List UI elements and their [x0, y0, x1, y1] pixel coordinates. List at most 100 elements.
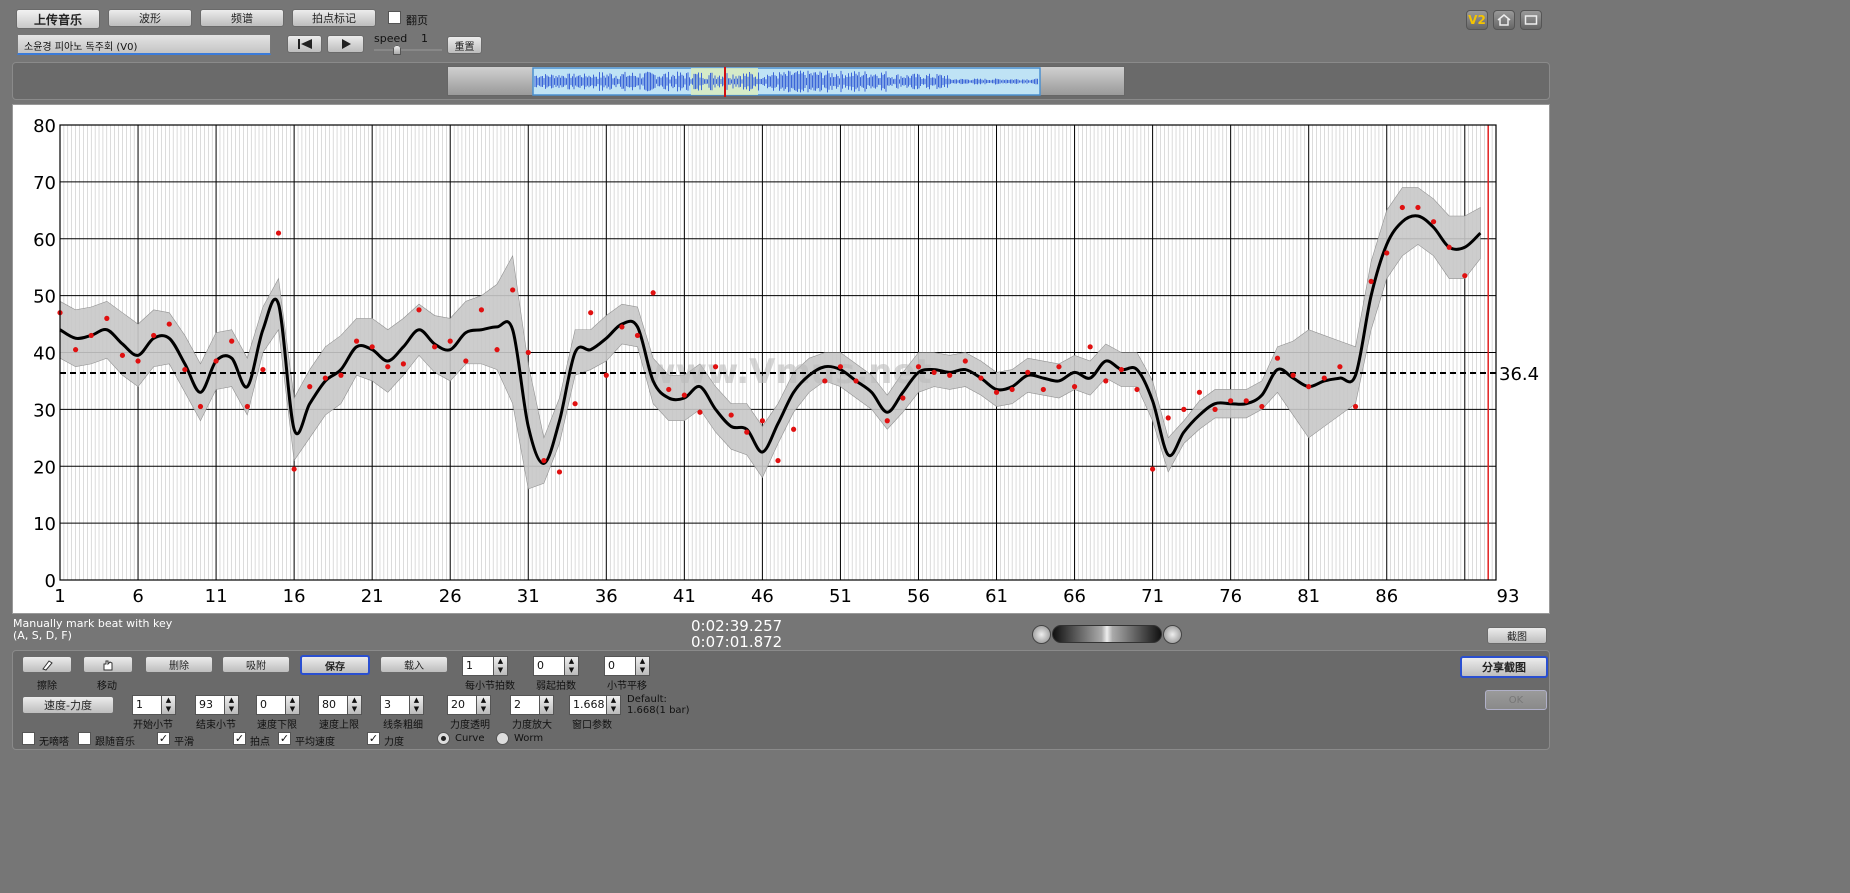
- volume-control[interactable]: [1032, 624, 1184, 644]
- start-bar-stepper[interactable]: 1 ▲ ▼: [132, 695, 176, 715]
- beat-point: [791, 426, 797, 432]
- play-button[interactable]: [327, 35, 364, 53]
- follow-music-checkbox[interactable]: [78, 732, 91, 745]
- bar-beats-label: 每小节拍数: [465, 681, 515, 692]
- window-param-label: 窗口参数: [572, 720, 612, 731]
- spectrum-button[interactable]: 频谱: [200, 9, 284, 27]
- beat-point: [775, 457, 781, 464]
- save-button[interactable]: 保存: [300, 655, 370, 675]
- start-beat-value: 0: [533, 656, 565, 676]
- beats-checkbox[interactable]: ✓: [233, 732, 246, 745]
- beat-point: [182, 366, 188, 373]
- beat-point: [666, 386, 672, 393]
- worm-radio[interactable]: [496, 732, 509, 745]
- move-button[interactable]: [83, 656, 133, 673]
- track-title-field[interactable]: 소윤경 피아노 독주회 (V0): [17, 34, 271, 55]
- beat-point: [463, 358, 469, 364]
- beat-point: [338, 372, 344, 378]
- reset-button[interactable]: 重置: [447, 36, 482, 54]
- beat-mark-button[interactable]: 拍点标记: [292, 9, 376, 27]
- end-bar-stepper[interactable]: 93 ▲ ▼: [195, 695, 239, 715]
- bar-shift-stepper[interactable]: 0 ▲ ▼: [604, 656, 650, 676]
- beat-point: [1196, 389, 1203, 395]
- stepper-arrows[interactable]: ▲ ▼: [162, 695, 176, 715]
- stepper-arrows[interactable]: ▲ ▼: [348, 695, 362, 715]
- no-metronome-checkbox[interactable]: [22, 732, 35, 745]
- x-tick-label: 51: [829, 586, 852, 607]
- speed-slider[interactable]: [374, 45, 442, 55]
- start-bar-value: 1: [132, 695, 162, 715]
- beat-point: [1040, 386, 1046, 393]
- home-button[interactable]: [1493, 10, 1515, 30]
- beat-point: [931, 369, 937, 376]
- line-width-stepper[interactable]: 3 ▲ ▼: [380, 695, 424, 715]
- tempo-max-stepper[interactable]: 80 ▲ ▼: [318, 695, 362, 715]
- go-start-button[interactable]: [287, 35, 322, 53]
- start-beat-stepper[interactable]: 0 ▲ ▼: [533, 656, 579, 676]
- beat-point: [541, 457, 547, 464]
- waveform-overview[interactable]: [447, 66, 1125, 97]
- stepper-arrows[interactable]: ▲ ▼: [636, 656, 650, 676]
- beat-point: [244, 403, 250, 410]
- beat-point: [1368, 278, 1374, 285]
- stepper-arrows[interactable]: ▲ ▼: [477, 695, 491, 715]
- snap-button[interactable]: 吸附: [222, 656, 290, 673]
- beat-point: [1306, 384, 1312, 390]
- speed-slider-thumb[interactable]: [393, 45, 401, 55]
- beat-point: [1462, 273, 1468, 279]
- beat-point: [978, 375, 984, 381]
- x-tick-label: 16: [283, 586, 306, 607]
- waveform-button[interactable]: 波形: [108, 9, 192, 27]
- window-param-value: 1.668: [569, 695, 607, 715]
- tempo-chart[interactable]: www.Vmus.net 36.4010203040506070801 6 11 16 2…: [13, 105, 1551, 615]
- y-tick-label: 10: [33, 514, 56, 535]
- flip-page-checkbox[interactable]: [388, 11, 401, 24]
- screenshot-button[interactable]: 截图: [1487, 627, 1547, 644]
- v2-button[interactable]: V2: [1466, 10, 1488, 30]
- stepper-arrows[interactable]: ▲ ▼: [286, 695, 300, 715]
- average-tempo-label: 36.4: [1499, 364, 1539, 385]
- ok-button[interactable]: OK: [1485, 690, 1547, 710]
- beat-point: [1228, 398, 1234, 404]
- beat-point: [1103, 378, 1109, 384]
- dyn-opacity-stepper[interactable]: 20 ▲ ▼: [447, 695, 491, 715]
- bar-beats-stepper[interactable]: 1 ▲ ▼: [462, 656, 508, 676]
- hand-icon: [103, 660, 113, 670]
- load-button[interactable]: 载入: [380, 656, 448, 673]
- mode-button[interactable]: 速度-力度: [22, 696, 114, 714]
- avg-tempo-checkbox[interactable]: ✓: [278, 732, 291, 745]
- dyn-scale-value: 2: [510, 695, 540, 715]
- x-tick-label: 56: [907, 586, 930, 607]
- delete-button[interactable]: 删除: [145, 656, 213, 673]
- erase-button[interactable]: [22, 656, 72, 673]
- curve-radio-label: Curve: [455, 733, 485, 744]
- beat-point: [650, 290, 656, 296]
- upload-music-button[interactable]: 上传音乐: [16, 9, 100, 29]
- stepper-arrows[interactable]: ▲ ▼: [565, 656, 579, 676]
- stepper-arrows[interactable]: ▲ ▼: [225, 695, 239, 715]
- beat-point: [197, 403, 204, 410]
- tempo-min-stepper[interactable]: 0 ▲ ▼: [256, 695, 300, 715]
- stepper-arrows[interactable]: ▲ ▼: [607, 695, 621, 715]
- stepper-arrows[interactable]: ▲ ▼: [410, 695, 424, 715]
- volume-track[interactable]: [1052, 625, 1162, 643]
- follow-music-label: 跟随音乐: [95, 737, 135, 748]
- beat-point: [1243, 398, 1249, 404]
- window-param-stepper[interactable]: 1.668 ▲ ▼: [569, 695, 621, 715]
- smooth-label: 平滑: [174, 737, 194, 748]
- default-line-1: Default:: [627, 694, 667, 705]
- curve-radio[interactable]: [437, 732, 450, 745]
- bar-shift-value: 0: [604, 656, 636, 676]
- beat-point: [229, 338, 235, 344]
- dyn-scale-stepper[interactable]: 2 ▲ ▼: [510, 695, 554, 715]
- track-title-text: 소윤경 피아노 독주회 (V0): [24, 42, 138, 53]
- stepper-arrows[interactable]: ▲ ▼: [540, 695, 554, 715]
- share-screenshot-button[interactable]: 分享截图: [1460, 656, 1548, 678]
- x-tick-label: 46: [751, 586, 774, 607]
- beat-point: [962, 358, 968, 364]
- dynamics-checkbox[interactable]: ✓: [367, 732, 380, 745]
- smooth-checkbox[interactable]: ✓: [157, 732, 170, 745]
- stepper-arrows[interactable]: ▲ ▼: [494, 656, 508, 676]
- fullscreen-button[interactable]: [1520, 10, 1542, 30]
- x-tick-label: 76: [1219, 586, 1242, 607]
